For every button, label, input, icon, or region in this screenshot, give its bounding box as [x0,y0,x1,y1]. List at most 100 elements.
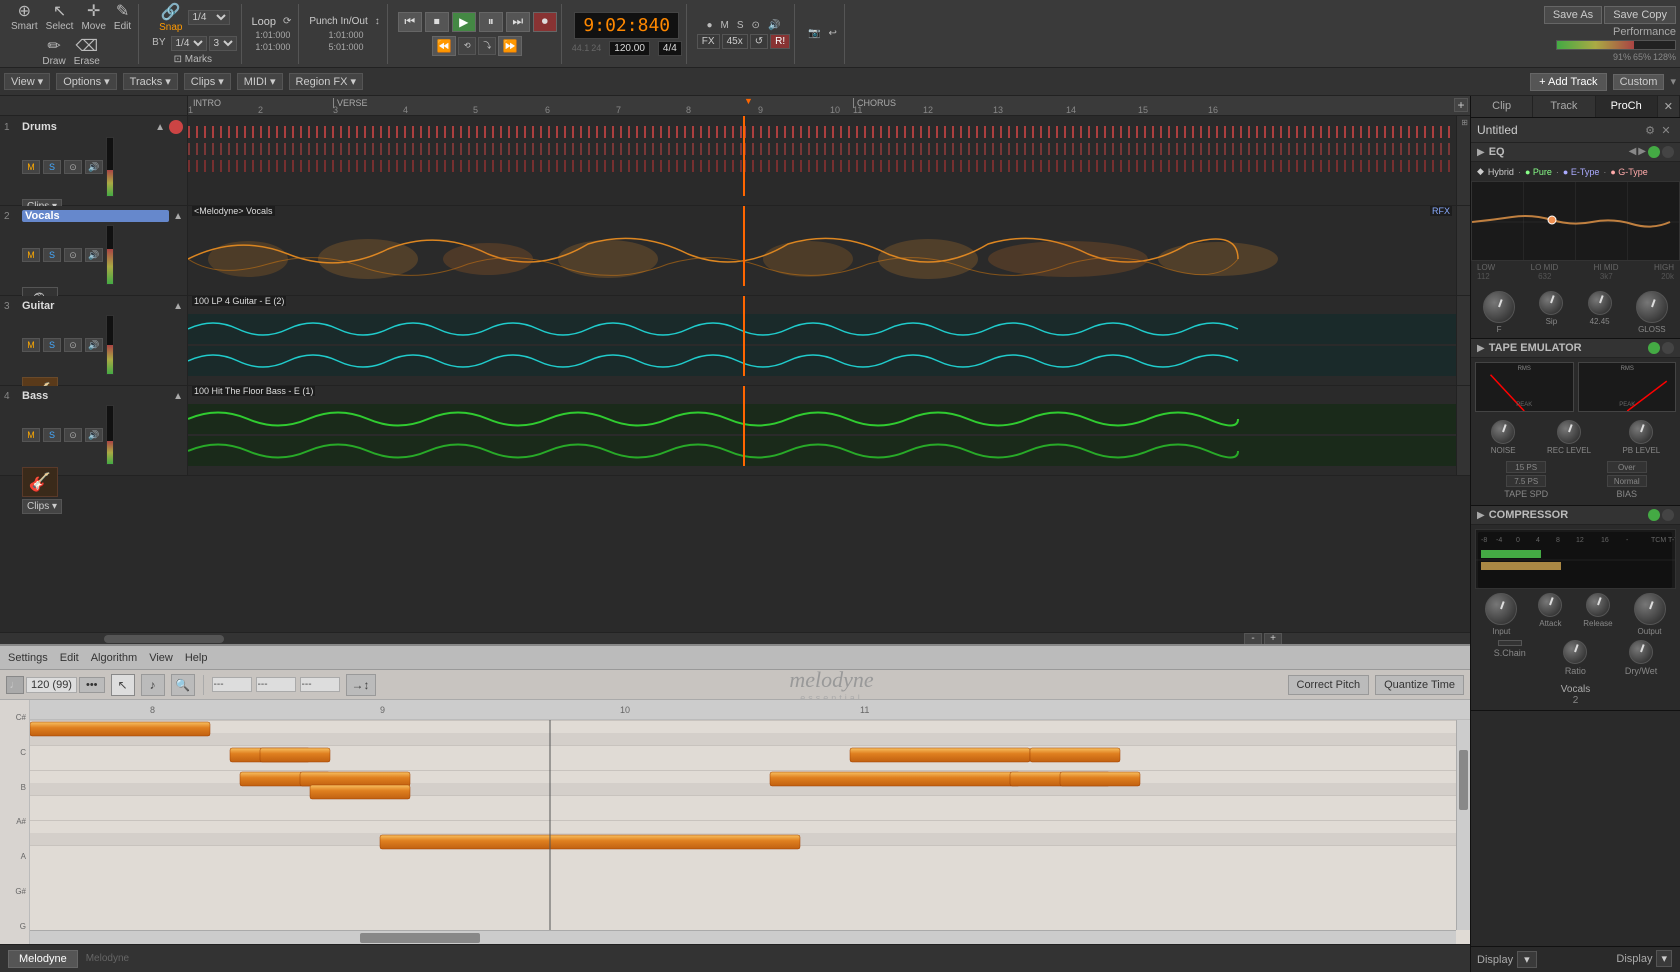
eq-expand[interactable]: ▶ [1477,147,1485,158]
eq-hybrid-btn[interactable]: Hybrid [1488,167,1514,177]
track-name-guitar[interactable]: Guitar [22,300,169,312]
45x-btn[interactable]: 45x [722,34,748,49]
comp-bypass-btn[interactable] [1662,509,1674,521]
eq-pure-btn[interactable]: ● Pure [1525,167,1552,177]
clip-tab[interactable]: Clip [1471,96,1533,117]
time-sig[interactable]: 4/4 [658,41,682,56]
drums-expand-icon[interactable]: ⊞ [1461,118,1468,127]
mel-scroll-thumb[interactable] [360,933,480,943]
edit-tool[interactable]: ✎ Edit [111,0,134,33]
track-name-bass[interactable]: Bass [22,390,169,402]
knob-q[interactable] [1588,291,1612,315]
hscroll-thumb[interactable] [104,635,224,643]
drums-mute[interactable]: M [22,160,40,174]
mel-arrow-tool[interactable]: →↕ [346,674,376,696]
output-btn[interactable]: ⊙ [749,19,763,32]
knob-F[interactable] [1483,291,1515,323]
track-expand-bass[interactable]: ▲ [173,391,183,402]
correct-pitch-btn[interactable]: Correct Pitch [1288,675,1370,695]
eq-hybrid-icon[interactable]: ◆ [1477,166,1484,177]
mel-vscroll-thumb[interactable] [1459,750,1468,810]
camera-btn[interactable]: 📷 [805,27,823,40]
guitar-vscroll[interactable] [1456,296,1470,385]
mel-tempo-menu[interactable]: ••• [79,677,105,693]
mel-settings[interactable]: Settings [8,652,48,664]
mel-pitch-input2[interactable] [256,677,296,692]
comp-knob-output-ctrl[interactable] [1634,593,1666,625]
snap-btn[interactable]: 🔗 Snap [156,1,185,34]
comp-schain-slider[interactable] [1498,640,1522,646]
tape-enable-btn[interactable] [1648,342,1660,354]
record-btn[interactable]: ⏺ [533,12,557,32]
tape-knob-pb[interactable] [1629,420,1653,444]
midi-dropdown[interactable]: MIDI ▾ [237,73,283,90]
comp-knob-attack-ctrl[interactable] [1538,593,1562,617]
comp-enable-btn[interactable] [1648,509,1660,521]
loop-btn[interactable]: ⟳ [280,15,294,28]
melodyne-content[interactable]: C# C B A# A G# G 8 9 10 11 [0,700,1470,944]
eq-etype-btn[interactable]: ● E-Type [1563,167,1599,177]
mel-vscroll[interactable] [1456,720,1470,930]
zoom-in-btn[interactable]: + [1264,633,1282,645]
mel-pitch-input3[interactable] [300,677,340,692]
track-expand-vocals[interactable]: ▲ [173,211,183,222]
play-btn[interactable]: ▶ [452,12,476,32]
bass-monitor[interactable]: 🔊 [85,428,103,442]
track-tab[interactable]: Track [1533,96,1595,117]
mel-pitch-tool[interactable]: ♪ [141,674,165,696]
move-tool[interactable]: ✛ Move [78,0,108,33]
save-copy-btn[interactable]: Save Copy [1604,6,1676,24]
guitar-mute[interactable]: M [22,338,40,352]
tape-bias-over[interactable]: Over [1607,461,1647,473]
add-marker-btn[interactable]: + [1454,98,1468,112]
tape-knob-rec[interactable] [1557,420,1581,444]
vocals-vscroll[interactable] [1456,206,1470,295]
comp-knob-input-ctrl[interactable] [1485,593,1517,625]
mel-zoom-tool[interactable]: 🔍 [171,674,195,696]
add-track-btn[interactable]: + Add Track [1530,73,1606,91]
guitar-solo[interactable]: S [43,338,61,352]
tape-knob-noise[interactable] [1491,420,1515,444]
quantize-time-btn[interactable]: Quantize Time [1375,675,1464,695]
project-close-btn[interactable]: ✕ [1658,122,1674,138]
drums-monitor[interactable]: 🔊 [85,160,103,174]
bass-mute[interactable]: M [22,428,40,442]
bass-clips[interactable]: Clips ▾ [22,499,62,514]
drums-arm[interactable]: ⊙ [64,160,82,174]
snap-by-select[interactable]: 1/4 [171,36,207,51]
project-settings-btn[interactable]: ⚙ [1642,122,1658,138]
vocals-arm[interactable]: ⊙ [64,248,82,262]
melodyne-tab[interactable]: Melodyne [8,950,78,968]
track-color-drums[interactable] [169,120,183,134]
ri-btn[interactable]: R! [770,34,790,49]
view-dropdown[interactable]: View ▾ [4,73,50,90]
eq-graph[interactable] [1471,181,1680,261]
punch-btn[interactable]: ↕ [372,15,383,28]
mel-pitch-input1[interactable] [212,677,252,692]
comp-knob-release-ctrl[interactable] [1586,593,1610,617]
bass-vscroll[interactable] [1456,386,1470,475]
snap-select[interactable]: 1/41/81/16 [188,10,230,25]
fast-fwd-btn[interactable]: ⏩ [498,36,522,56]
track-name-drums[interactable]: Drums [22,121,151,133]
zoom-out-btn[interactable]: - [1244,633,1262,645]
save-as-btn[interactable]: Save As [1544,6,1602,24]
draw-tool[interactable]: ✏ Draw [39,35,68,68]
punch-indicator[interactable]: ⤵ [478,37,496,55]
tracks-dropdown[interactable]: Tracks ▾ [123,73,178,90]
guitar-arm[interactable]: ⊙ [64,338,82,352]
solo-btn[interactable]: S [734,19,747,32]
eq-enable-btn[interactable] [1648,146,1660,158]
marks-btn[interactable]: ⊡ Marks [171,53,215,66]
knob-out[interactable] [1636,291,1668,323]
select-tool[interactable]: ↖ Select [43,0,77,33]
region-fx-dropdown[interactable]: Region FX ▾ [289,73,364,90]
mel-tempo[interactable]: 120 (99) [26,677,77,693]
vocals-mute[interactable]: M [22,248,40,262]
loop-indicator[interactable]: ⟲ [458,37,476,55]
proch-tab[interactable]: ProCh [1596,96,1658,117]
eq-bypass-btn[interactable] [1662,146,1674,158]
bass-arm[interactable]: ⊙ [64,428,82,442]
mel-view[interactable]: View [149,652,173,664]
smart-tool[interactable]: ⊕ Smart [8,0,41,33]
